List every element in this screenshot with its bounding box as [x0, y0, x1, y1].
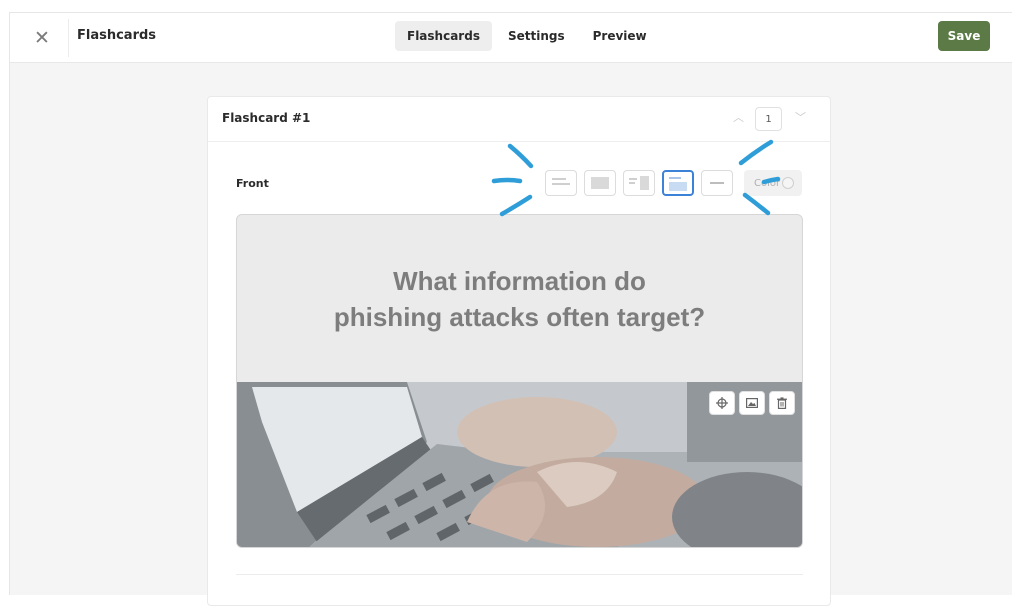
text-top-layout-button[interactable] [662, 170, 694, 196]
app-window: ✕ Flashcards Flashcards Settings Preview… [9, 12, 1012, 606]
flashcard-number[interactable]: 1 [755, 107, 782, 131]
text-left-layout-button[interactable] [545, 170, 577, 196]
question-line-1: What information do [393, 266, 646, 296]
tab-settings[interactable]: Settings [496, 21, 577, 51]
tab-bar: Flashcards Settings Preview [395, 21, 659, 51]
color-toggle[interactable]: Color [744, 170, 802, 196]
top-bar: ✕ Flashcards Flashcards Settings Preview… [10, 13, 1012, 63]
centered-text-layout-button[interactable] [701, 170, 733, 196]
topbar-divider [68, 19, 69, 57]
chevron-down-icon[interactable]: ﹀ [795, 109, 806, 125]
close-icon[interactable]: ✕ [28, 24, 56, 52]
layout-picker [545, 170, 733, 196]
flashcard-front-preview: What information do phishing attacks oft… [236, 214, 803, 548]
app-title: Flashcards [77, 28, 157, 43]
question-line-2: phishing attacks often target? [333, 302, 706, 332]
flashcard-header: Flashcard #1 ︿ 1 ﹀ [208, 97, 830, 142]
tab-flashcards[interactable]: Flashcards [395, 21, 492, 51]
flashcard-editor: Flashcard #1 ︿ 1 ﹀ Front Color What info… [207, 96, 831, 606]
save-button[interactable]: Save [938, 21, 990, 51]
text-image-split-layout-button[interactable] [623, 170, 655, 196]
color-toggle-label: Color [754, 177, 781, 189]
focus-point-icon[interactable] [709, 391, 735, 415]
question-text[interactable]: What information do phishing attacks oft… [237, 263, 802, 335]
flashcard-title: Flashcard #1 [222, 111, 311, 125]
tab-preview[interactable]: Preview [581, 21, 659, 51]
replace-image-icon[interactable] [739, 391, 765, 415]
front-label: Front [236, 177, 269, 190]
section-divider [236, 574, 803, 575]
full-image-layout-button[interactable] [584, 170, 616, 196]
image-toolbar [709, 391, 795, 415]
delete-icon[interactable] [769, 391, 795, 415]
chevron-up-icon[interactable]: ︿ [733, 109, 744, 125]
toggle-knob [782, 177, 794, 189]
